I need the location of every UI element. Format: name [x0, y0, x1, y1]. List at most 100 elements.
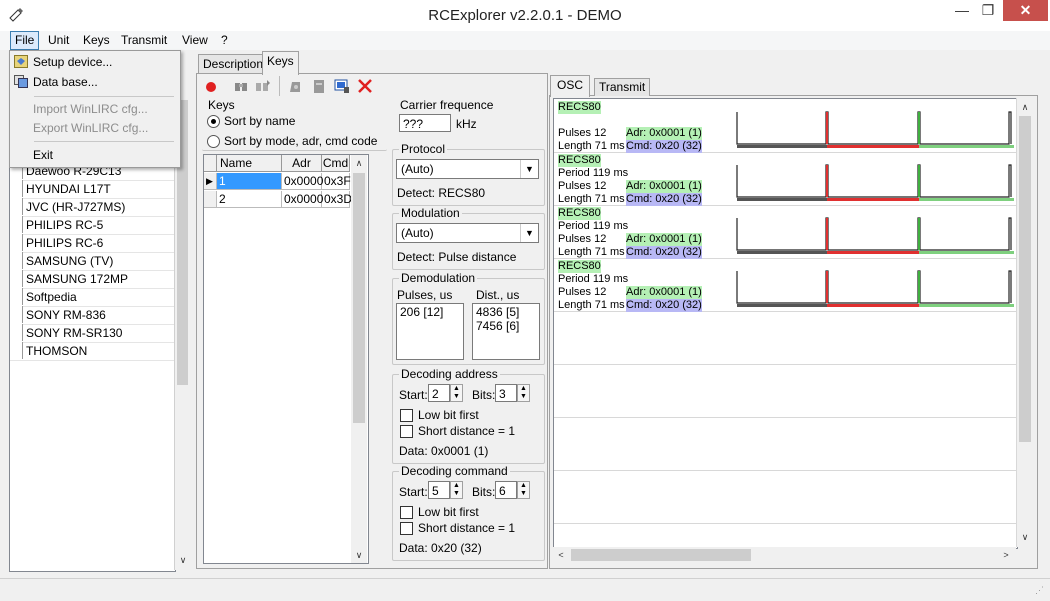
cmd-short-dist-checkbox[interactable] — [400, 522, 413, 535]
resize-grip-icon[interactable]: ⋰ — [1035, 585, 1044, 596]
sort-by-name-radio[interactable] — [207, 115, 220, 128]
keys-grid[interactable]: Name Adr Cmd ▶ 1 0x0000 0x3F 2 0x0000 0x… — [203, 154, 369, 564]
scroll-down-icon[interactable]: ∨ — [175, 552, 191, 568]
menu-export-winlirc[interactable]: Export WinLIRC cfg... — [11, 119, 177, 137]
sort-by-mode-label[interactable]: Sort by mode, adr, cmd code — [224, 134, 377, 148]
device-name: SAMSUNG (TV) — [26, 254, 114, 268]
find-next-icon[interactable] — [255, 78, 271, 94]
sort-by-name-label[interactable]: Sort by name — [224, 114, 295, 128]
menu-setup-device[interactable]: Setup device... — [11, 53, 177, 71]
signal-address: Adr: 0x0001 (1) — [626, 180, 702, 193]
menu-view[interactable]: View — [178, 33, 212, 47]
grid-header-name[interactable]: Name — [217, 155, 282, 172]
list-item[interactable]: 206 [12] — [397, 304, 463, 320]
list-item[interactable]: THOMSON — [10, 342, 175, 361]
grid-cell-adr[interactable]: 0x0000 — [282, 191, 323, 208]
addr-short-dist-checkbox[interactable] — [400, 425, 413, 438]
osc-vertical-scrollbar[interactable]: ∧ ∨ — [1016, 98, 1033, 547]
dist-list[interactable]: 4836 [5] 7456 [6] — [472, 303, 540, 360]
list-item[interactable]: HYUNDAI L17T — [10, 180, 175, 199]
list-item[interactable]: SAMSUNG (TV) — [10, 252, 175, 271]
menu-help[interactable]: ? — [217, 33, 232, 47]
addr-bits-input[interactable]: 3 — [495, 384, 517, 402]
scroll-up-icon[interactable]: ∧ — [351, 155, 367, 171]
grid-cell-cmd[interactable]: 0x3D — [322, 191, 352, 208]
addr-low-bit-checkbox[interactable] — [400, 409, 413, 422]
maximize-button[interactable]: ❐ — [975, 0, 1001, 21]
list-item[interactable]: SONY RM-836 — [10, 306, 175, 325]
remote-icon[interactable] — [311, 78, 327, 94]
chevron-down-icon[interactable]: ▼ — [520, 160, 538, 178]
list-item[interactable]: SAMSUNG 172MP — [10, 270, 175, 289]
menu-file[interactable]: File — [10, 31, 40, 50]
sort-by-mode-radio[interactable] — [207, 135, 220, 148]
signal-trace[interactable]: RECS80 Period 119 ms Pulses 12 Length 71 ms… — [554, 205, 1017, 259]
modulation-select[interactable]: (Auto) ▼ — [396, 223, 539, 243]
grid-header-cmd[interactable]: Cmd — [322, 155, 350, 172]
list-item[interactable]: 7456 [6] — [473, 319, 539, 333]
addr-start-spinner[interactable]: ▲ ▼ — [450, 384, 463, 402]
signal-trace[interactable]: RECS80 Period 119 ms Pulses 12 Length 71 ms… — [554, 152, 1017, 206]
delete-icon[interactable] — [357, 78, 373, 94]
menu-keys[interactable]: Keys — [79, 33, 114, 47]
addr-bits-spinner[interactable]: ▲ ▼ — [517, 384, 530, 402]
scroll-thumb[interactable] — [571, 549, 751, 561]
carrier-label: Carrier frequence — [398, 98, 496, 112]
tab-osc[interactable]: OSC — [550, 75, 591, 97]
grid-header-adr[interactable]: Adr — [282, 155, 322, 172]
oscilloscope-view[interactable]: RECS80 Pulses 12 Length 71 ms Adr: 0x0001 (… — [553, 98, 1018, 549]
addr-start-input[interactable]: 2 — [428, 384, 450, 402]
cmd-bits-spinner[interactable]: ▲ ▼ — [517, 481, 530, 499]
list-item[interactable]: JVC (HR-J727MS) — [10, 198, 175, 217]
scroll-right-icon[interactable]: > — [998, 547, 1014, 563]
carrier-frequency-input[interactable]: ??? — [399, 114, 451, 132]
grid-cell-name[interactable]: 2 — [217, 191, 282, 208]
grid-cell-name[interactable]: 1 — [217, 173, 282, 190]
scroll-left-icon[interactable]: < — [553, 547, 569, 563]
list-item[interactable]: PHILIPS RC-5 — [10, 216, 175, 235]
menu-transmit[interactable]: Transmit — [117, 33, 171, 47]
cmd-short-dist-label[interactable]: Short distance = 1 — [418, 521, 515, 535]
grid-cell-cmd[interactable]: 0x3F — [322, 173, 351, 190]
scroll-thumb[interactable] — [353, 173, 365, 423]
scroll-down-icon[interactable]: ∨ — [351, 547, 367, 563]
signal-address: Adr: 0x0001 (1) — [626, 233, 702, 246]
cmd-start-input[interactable]: 5 — [428, 481, 450, 499]
grid-scrollbar[interactable]: ∧ ∨ — [351, 155, 367, 563]
tab-transmit[interactable]: Transmit — [594, 78, 651, 96]
row-indicator — [10, 306, 23, 323]
list-item[interactable]: Softpedia — [10, 288, 175, 307]
find-icon[interactable] — [233, 78, 249, 94]
record-icon[interactable] — [203, 78, 219, 94]
signal-trace[interactable]: RECS80 Pulses 12 Length 71 ms Adr: 0x0001 (… — [554, 99, 1017, 153]
cmd-low-bit-checkbox[interactable] — [400, 506, 413, 519]
cmd-bits-input[interactable]: 6 — [495, 481, 517, 499]
signal-trace[interactable]: RECS80 Period 119 ms Pulses 12 Length 71 ms… — [554, 258, 1017, 312]
addr-short-dist-label[interactable]: Short distance = 1 — [418, 424, 515, 438]
list-item[interactable]: PHILIPS RC-6 — [10, 234, 175, 253]
list-item[interactable]: 4836 [5] — [473, 304, 539, 319]
scroll-thumb[interactable] — [1019, 116, 1031, 442]
menu-import-winlirc[interactable]: Import WinLIRC cfg... — [11, 100, 177, 118]
transmit-key-icon[interactable] — [334, 78, 350, 94]
protocol-select[interactable]: (Auto) ▼ — [396, 159, 539, 179]
scroll-down-icon[interactable]: ∨ — [1017, 529, 1033, 545]
menu-database[interactable]: Data base... — [11, 73, 177, 91]
cmd-start-spinner[interactable]: ▲ ▼ — [450, 481, 463, 499]
scroll-up-icon[interactable]: ∧ — [1017, 99, 1033, 115]
tab-description[interactable]: Description — [198, 54, 269, 75]
menu-unit[interactable]: Unit — [44, 33, 73, 47]
learn-key-icon[interactable] — [287, 78, 303, 94]
addr-low-bit-label[interactable]: Low bit first — [418, 408, 479, 422]
osc-horizontal-scrollbar[interactable]: < > — [553, 547, 1016, 563]
tab-keys[interactable]: Keys — [262, 51, 299, 75]
menu-exit[interactable]: Exit — [11, 146, 177, 164]
grid-cell-adr[interactable]: 0x0000 — [282, 173, 323, 190]
close-button[interactable]: ✕ — [1003, 0, 1048, 21]
minimize-button[interactable]: — — [949, 0, 975, 21]
setup-device-icon — [14, 55, 28, 68]
list-item[interactable]: SONY RM-SR130 — [10, 324, 175, 343]
cmd-low-bit-label[interactable]: Low bit first — [418, 505, 479, 519]
pulses-list[interactable]: 206 [12] — [396, 303, 464, 360]
chevron-down-icon[interactable]: ▼ — [520, 224, 538, 242]
